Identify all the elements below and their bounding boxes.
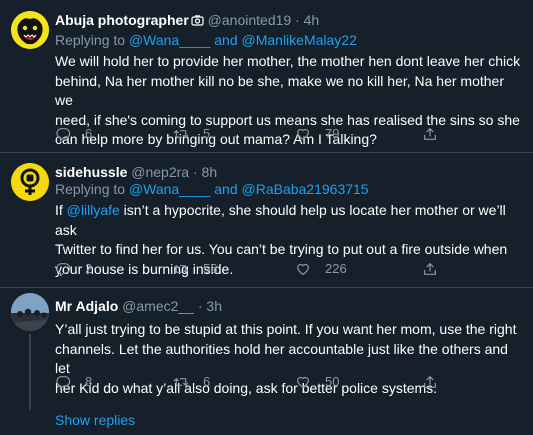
avatar-abuja-photographer[interactable]: [11, 11, 49, 49]
reply-count: 8: [85, 374, 93, 389]
thread-line: [29, 334, 31, 410]
display-name[interactable]: sidehussle: [55, 164, 127, 180]
tweet-text-line: channels. Let the authorities hold her a…: [55, 340, 508, 377]
retweet-button[interactable]: 5: [173, 126, 210, 142]
reply-mention-2[interactable]: @RaBaba21963715: [242, 181, 369, 197]
heart-icon: [297, 128, 309, 140]
username[interactable]: @nep2ra: [131, 164, 189, 180]
reply-and: and: [214, 32, 238, 48]
heart-icon: [297, 376, 309, 388]
reply-mention-1[interactable]: @Wana____: [129, 181, 210, 197]
avatar-mr-adjalo[interactable]: [11, 293, 49, 331]
reply-and: and: [214, 181, 238, 197]
camera-icon: [191, 13, 204, 29]
like-count: 50: [325, 374, 340, 389]
display-name[interactable]: Abuja photographer: [55, 12, 189, 28]
reply-mention-1[interactable]: @Wana____: [129, 32, 210, 48]
text-prefix: If: [55, 202, 67, 218]
reply-icon: [56, 376, 71, 390]
replying-to-label: Replying to: [55, 32, 126, 48]
like-button[interactable]: 226: [295, 261, 347, 277]
like-button[interactable]: 50: [295, 374, 339, 390]
tweet-3[interactable]: Mr Adjalo @amec2__ · 3h Y’all just tryin…: [0, 288, 533, 435]
display-name[interactable]: Mr Adjalo: [55, 298, 118, 314]
reply-button[interactable]: 8: [55, 374, 92, 390]
tweet-text-line: behind, Na her mother kill no be she, ma…: [55, 72, 505, 109]
timestamp[interactable]: 4h: [304, 12, 320, 28]
reply-count: 6: [85, 126, 93, 141]
replying-to: Replying to @Wana____ and @RaBaba2196371…: [55, 181, 369, 197]
like-count: 79: [325, 126, 340, 141]
retweet-count: 5: [203, 126, 211, 141]
like-count: 226: [325, 261, 347, 276]
tweet-2[interactable]: sidehussle @nep2ra · 8h Replying to @Wan…: [0, 153, 533, 286]
heart-icon: [297, 263, 309, 275]
reply-button[interactable]: 2: [55, 261, 92, 277]
dot-separator: ·: [192, 164, 198, 180]
tweet-text-line: We will hold her to provide her mother, …: [55, 53, 521, 69]
reply-button[interactable]: 6: [55, 126, 92, 142]
venus-fist-avatar-image: [11, 163, 49, 201]
share-button[interactable]: [422, 261, 452, 277]
username[interactable]: @anointed19: [208, 12, 292, 28]
retweet-count: 56: [203, 261, 218, 276]
replying-to-label: Replying to: [55, 181, 126, 197]
retweet-icon: [173, 130, 189, 138]
tweet-text-line: Y’all just trying to be stupid at this p…: [55, 321, 517, 337]
like-button[interactable]: 79: [295, 126, 339, 142]
retweet-icon: [173, 378, 189, 386]
retweet-count: 6: [203, 374, 211, 389]
share-button[interactable]: [422, 374, 452, 390]
dot-separator: ·: [197, 298, 203, 314]
tweet-header: Abuja photographer @anointed19 · 4h: [55, 12, 319, 29]
share-button[interactable]: [422, 126, 452, 142]
text-rest: isn’t a hypocrite, she should help us lo…: [55, 202, 506, 238]
share-icon: [424, 128, 436, 140]
reply-icon: [56, 263, 71, 277]
tweet-actions: 2 56 226: [55, 261, 525, 281]
tweet-actions: 6 5 79: [55, 126, 525, 146]
retweet-button[interactable]: 56: [173, 261, 217, 277]
show-replies-link[interactable]: Show replies: [55, 412, 135, 428]
share-icon: [424, 376, 436, 388]
replying-to: Replying to @Wana____ and @ManlikeMalay2…: [55, 32, 357, 48]
tweet-header: Mr Adjalo @amec2__ · 3h: [55, 298, 222, 314]
timestamp[interactable]: 3h: [206, 298, 222, 314]
lion-avatar-image: [11, 11, 49, 49]
reply-count: 2: [85, 261, 93, 276]
tweet-text-line: Twitter to find her for us. You can’t be…: [55, 241, 508, 257]
dot-separator: ·: [295, 12, 300, 28]
retweet-icon: [173, 265, 189, 273]
tweet-1[interactable]: Abuja photographer @anointed19 · 4h Repl…: [0, 0, 533, 150]
retweet-button[interactable]: 6: [173, 374, 210, 390]
tweet-text-line: If @lillyafe isn’t a hypocrite, she shou…: [55, 201, 525, 240]
tweet-header: sidehussle @nep2ra · 8h: [55, 164, 217, 180]
timestamp[interactable]: 8h: [202, 164, 218, 180]
reply-mention-2[interactable]: @ManlikeMalay22: [242, 32, 357, 48]
avatar-sidehussle[interactable]: [11, 163, 49, 201]
reply-icon: [56, 128, 71, 142]
username[interactable]: @amec2__: [122, 298, 194, 314]
crowd-photo-avatar-image: [11, 293, 49, 331]
share-icon: [424, 263, 436, 275]
tweet-actions: 8 6 50: [55, 374, 525, 394]
body-mention[interactable]: @lillyafe: [67, 202, 120, 218]
